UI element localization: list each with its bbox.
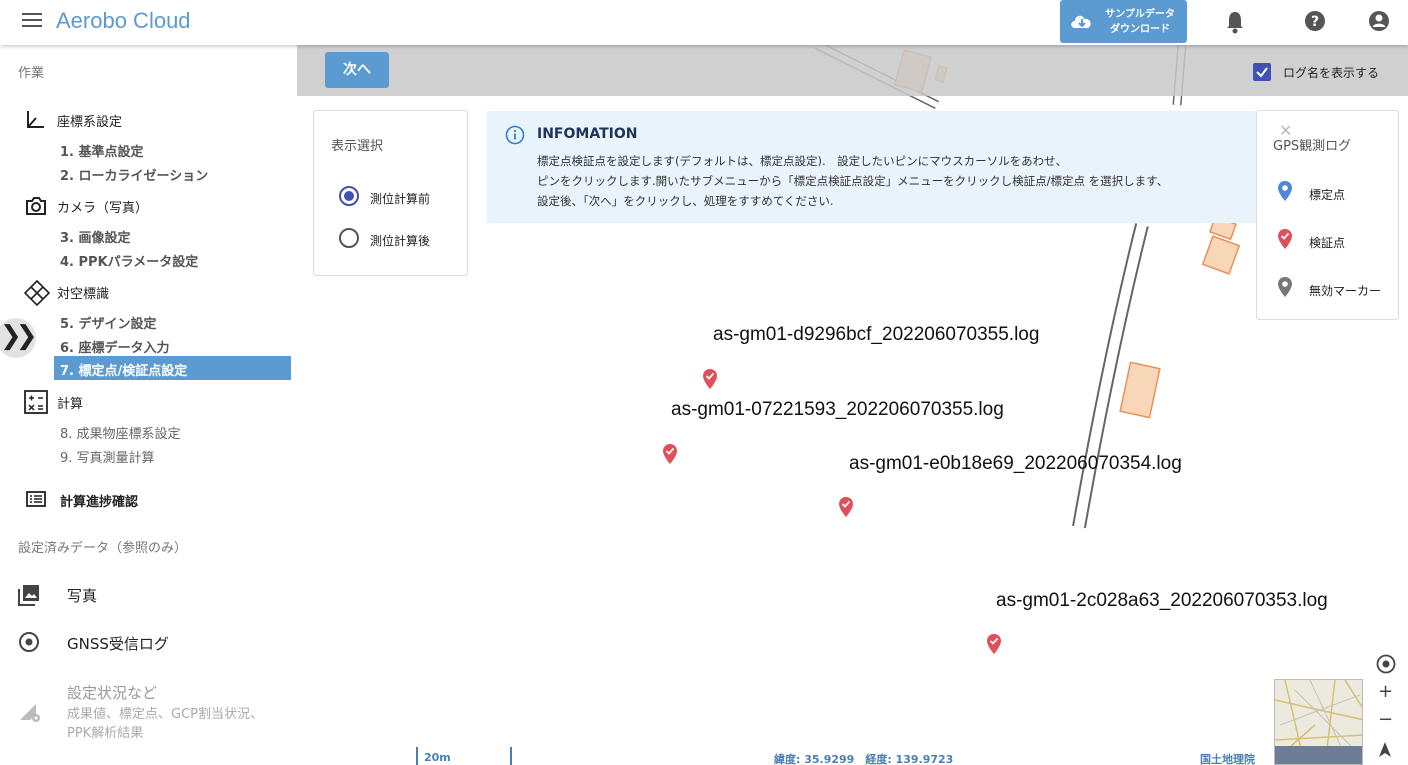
section-work-label: 作業 [18, 66, 45, 81]
download-label-line1: サンプルデータ [1105, 9, 1175, 20]
svg-text:?: ? [1311, 14, 1319, 30]
camera-icon [26, 197, 46, 215]
group-ground-control-marker[interactable]: 対空標識 [57, 283, 109, 302]
sidebar: 作業 座標系設定 1. 基準点設定 2. ローカライゼーション カメラ（写真） … [0, 45, 297, 765]
legend-label-checkpoint: 検証点 [1309, 236, 1346, 250]
sample-data-download-button[interactable]: サンプルデータ ダウンロード [1060, 0, 1187, 43]
display-select-panel: 表示選択 測位計算前 測位計算後 [313, 110, 468, 276]
sidebar-item-ppk-params[interactable]: 4. PPKパラメータ設定 [60, 251, 198, 270]
calculator-icon [24, 390, 48, 414]
cloud-download-icon [1071, 15, 1091, 28]
group-camera[interactable]: カメラ（写真） [57, 197, 148, 216]
info-line-2: ピンをクリックします.開いたサブメニューから「標定点検証点設定」メニューをクリッ… [537, 174, 1169, 188]
sidebar-item-photogrammetry[interactable]: 9. 写真測量計算 [60, 447, 155, 466]
radio-after-positioning-label[interactable]: 測位計算後 [370, 232, 430, 249]
sidebar-item-gcp-checkpoint-label: 7. 標定点/検証点設定 [60, 364, 188, 379]
sidebar-gnss-log[interactable]: GNSS受信ログ [67, 633, 169, 654]
sidebar-item-progress[interactable]: 計算進捗確認 [60, 491, 138, 510]
checkpoint-pin-icon[interactable] [986, 634, 1002, 654]
checkpoint-pin-icon[interactable] [838, 497, 854, 517]
map-toolbar: 次へ ログ名を表示する [297, 45, 1408, 96]
app-title[interactable]: Aerobo Cloud [56, 8, 191, 34]
app-header: Aerobo Cloud サンプルデータ ダウンロード ? [0, 0, 1408, 45]
sidebar-status-subtitle: 成果値、標定点、GCP割当状況、PPK解析結果 [67, 707, 263, 741]
gnss-target-icon [19, 632, 39, 652]
locate-icon[interactable] [1375, 653, 1397, 675]
info-line-3: 設定後、「次へ」をクリックし、処理をすすめてください. [537, 194, 834, 208]
sidebar-item-localization[interactable]: 2. ローカライゼーション [60, 165, 208, 184]
sidebar-item-output-crs[interactable]: 8. 成果物座標系設定 [60, 423, 181, 442]
hamburger-menu-icon[interactable] [22, 13, 42, 29]
coordinate-readout: 緯度: 35.9299 経度: 139.9723 [774, 753, 954, 765]
group-coordinate-system[interactable]: 座標系設定 [57, 111, 122, 130]
bell-icon[interactable] [1225, 10, 1245, 34]
sidebar-status-title[interactable]: 設定状況など [67, 682, 157, 703]
help-icon[interactable]: ? [1304, 10, 1326, 32]
radio-before-positioning-label[interactable]: 測位計算前 [370, 190, 430, 207]
next-button[interactable]: 次へ [325, 52, 389, 88]
show-log-names-checkbox[interactable] [1253, 63, 1271, 81]
legend-title: GPS観測ログ [1273, 139, 1352, 154]
info-title: INFOMATION [537, 126, 638, 142]
info-line-1: 標定点検証点を設定します(デフォルトは、標定点設定). 設定したいピンにマウスカ… [537, 154, 1068, 168]
double-chevron-right-icon: ❯❯ [0, 321, 37, 351]
sidebar-item-reference-point[interactable]: 1. 基準点設定 [60, 141, 144, 160]
log-label: as-gm01-d9296bcf_202206070355.log [713, 324, 1040, 345]
sidebar-item-coordinate-input[interactable]: 6. 座標データ入力 [60, 337, 170, 356]
account-icon[interactable] [1368, 10, 1390, 32]
blue-pin-icon [1278, 181, 1292, 201]
photo-library-icon [18, 585, 39, 606]
radio-before-positioning[interactable] [339, 186, 359, 206]
signal-settings-icon [20, 704, 40, 722]
scale-bar: 20m [416, 747, 512, 765]
sidebar-item-design-settings[interactable]: 5. デザイン設定 [60, 313, 157, 332]
map-status-bar: 20m 緯度: 35.9299 経度: 139.9723 国土地理院 [297, 747, 1408, 765]
display-select-title: 表示選択 [331, 139, 384, 154]
show-log-names-label[interactable]: ログ名を表示する [1283, 64, 1379, 81]
log-label: as-gm01-07221593_202206070355.log [671, 399, 1004, 420]
checkpoint-pin-icon[interactable] [702, 369, 718, 389]
checkmark-icon [1256, 67, 1268, 78]
checkpoint-pin-icon[interactable] [662, 444, 678, 464]
map-view[interactable]: 次へ ログ名を表示する 表示選択 測位計算前 測位計算後 INFOMATION … [297, 45, 1408, 765]
sidebar-item-image-settings[interactable]: 3. 画像設定 [60, 227, 131, 246]
information-banner: INFOMATION 標定点検証点を設定します(デフォルトは、標定点設定). 設… [487, 111, 1277, 223]
download-label-line2: ダウンロード [1110, 24, 1170, 35]
info-icon [505, 125, 525, 145]
gps-log-legend: ✕ GPS観測ログ 標定点 検証点 無効マーカー [1256, 110, 1399, 320]
log-label: as-gm01-2c028a63_202206070353.log [996, 590, 1328, 611]
axis-icon [27, 111, 44, 128]
red-check-pin-icon [1278, 229, 1292, 249]
gray-pin-icon [1278, 277, 1292, 297]
zoom-in-icon[interactable]: + [1378, 681, 1393, 702]
target-marker-icon [24, 280, 50, 306]
map-attribution-link[interactable]: 国土地理院 [1200, 751, 1255, 765]
radio-after-positioning[interactable] [339, 228, 359, 248]
sidebar-item-gcp-checkpoint-active[interactable]: 7. 標定点/検証点設定 [54, 356, 291, 380]
legend-label-gcp: 標定点 [1309, 188, 1346, 202]
sidebar-photos[interactable]: 写真 [67, 585, 97, 606]
scale-label: 20m [424, 751, 451, 764]
zoom-out-icon[interactable]: − [1378, 709, 1393, 730]
legend-label-invalid-marker: 無効マーカー [1309, 284, 1382, 298]
log-label: as-gm01-e0b18e69_202206070354.log [849, 453, 1182, 474]
section-data-label: 設定済みデータ（参照のみ） [18, 541, 188, 556]
group-calculation[interactable]: 計算 [57, 393, 83, 412]
progress-list-icon [26, 491, 46, 507]
